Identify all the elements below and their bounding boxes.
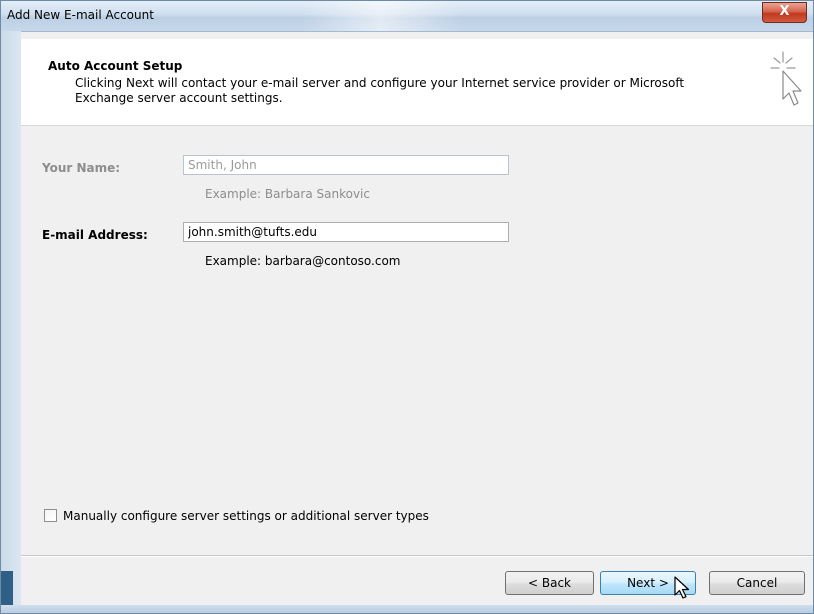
email-address-example: Example: barbara@contoso.com xyxy=(205,254,401,268)
page-description: Clicking Next will contact your e-mail s… xyxy=(75,76,685,105)
window-bottom-frame xyxy=(1,605,813,613)
email-address-label: E-mail Address: xyxy=(42,228,148,242)
page-heading: Auto Account Setup xyxy=(48,59,183,73)
your-name-label: Your Name: xyxy=(42,161,121,175)
your-name-example: Example: Barbara Sankovic xyxy=(205,187,370,201)
manual-config-checkbox[interactable] xyxy=(44,509,57,522)
email-address-input[interactable] xyxy=(183,222,509,242)
wizard-header: Auto Account Setup Clicking Next will co… xyxy=(21,39,813,126)
footer-separator xyxy=(21,555,813,557)
your-name-input[interactable] xyxy=(183,155,509,175)
cancel-button[interactable]: Cancel xyxy=(709,571,805,595)
close-button[interactable]: X xyxy=(762,2,807,23)
mouse-pointer-icon xyxy=(674,576,690,599)
cursor-sparkle-icon xyxy=(770,51,802,106)
add-email-account-dialog: Add New E-mail Account X Auto Account Se… xyxy=(0,0,814,614)
title-bar-glare xyxy=(301,1,461,31)
back-button[interactable]: < Back xyxy=(505,571,594,595)
title-bar[interactable]: Add New E-mail Account X xyxy=(1,1,813,32)
window-title: Add New E-mail Account xyxy=(7,8,154,22)
manual-config-label[interactable]: Manually configure server settings or ad… xyxy=(63,509,429,523)
left-frame-edge xyxy=(1,31,21,613)
